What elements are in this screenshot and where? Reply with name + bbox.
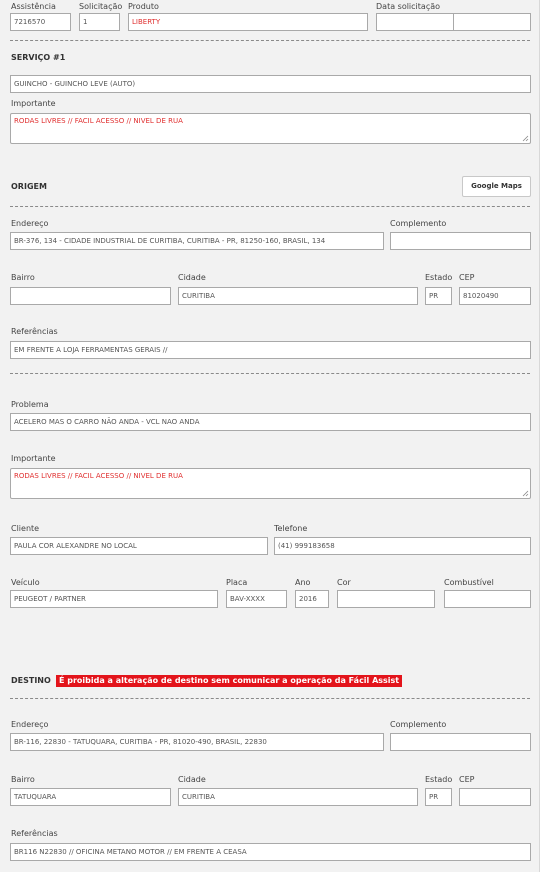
origem-referencias-label: Referências [11, 327, 58, 336]
origem-cidade-field[interactable]: CURITIBA [178, 287, 418, 305]
data-solicitacao-label: Data solicitação [376, 2, 441, 11]
produto-field[interactable]: LIBERTY [128, 13, 368, 31]
destino-referencias-label: Referências [11, 829, 58, 838]
solicitacao-field[interactable]: 1 [79, 13, 120, 31]
servico-importante-label: Importante [11, 99, 56, 108]
destino-cep-label: CEP [459, 775, 475, 784]
destino-estado-label: Estado [425, 775, 453, 784]
origem-complemento-field[interactable] [390, 232, 531, 250]
destino-referencias-field[interactable]: BR116 N22830 // OFICINA METANO MOTOR // … [10, 843, 531, 861]
servico-importante-textarea[interactable]: RODAS LIVRES // FACIL ACESSO // NIVEL DE… [10, 113, 531, 144]
servico-importante-text: RODAS LIVRES // FACIL ACESSO // NIVEL DE… [14, 117, 183, 125]
origem-endereco-field[interactable]: BR-376, 134 - CIDADE INDUSTRIAL DE CURIT… [10, 232, 384, 250]
destino-endereco-label: Endereço [11, 720, 49, 729]
destino-complemento-field[interactable] [390, 733, 531, 751]
cliente-field[interactable]: PAULA COR ALEXANDRE NO LOCAL [10, 537, 268, 555]
cor-label: Cor [337, 578, 351, 587]
origem-cep-field[interactable]: 81020490 [459, 287, 531, 305]
cor-field[interactable] [337, 590, 435, 608]
combustivel-label: Combustível [444, 578, 494, 587]
origem-referencias-field[interactable]: EM FRENTE A LOJA FERRAMENTAS GERAIS // [10, 341, 531, 359]
divider [10, 206, 530, 207]
origem-bairro-label: Bairro [11, 273, 35, 282]
origem-complemento-label: Complemento [390, 219, 447, 228]
origem-estado-field[interactable]: PR [425, 287, 452, 305]
origem-cep-label: CEP [459, 273, 475, 282]
servico-tipo-field[interactable]: GUINCHO - GUINCHO LEVE (AUTO) [10, 75, 531, 93]
assistencia-field[interactable]: 7216570 [10, 13, 71, 31]
resize-grip-icon[interactable] [522, 490, 529, 497]
problema-importante-label: Importante [11, 454, 56, 463]
resize-grip-icon[interactable] [522, 135, 529, 142]
origem-estado-label: Estado [425, 273, 453, 282]
origem-cidade-label: Cidade [178, 273, 206, 282]
origem-endereco-label: Endereço [11, 219, 49, 228]
destino-title: DESTINO [11, 676, 51, 685]
destino-bairro-field[interactable]: TATUQUARA [10, 788, 171, 806]
destino-estado-field[interactable]: PR [425, 788, 452, 806]
destino-cep-field[interactable] [459, 788, 531, 806]
problema-label: Problema [11, 400, 49, 409]
origem-title: ORIGEM [11, 182, 47, 191]
cliente-label: Cliente [11, 524, 40, 533]
origem-bairro-field[interactable] [10, 287, 171, 305]
produto-label: Produto [128, 2, 159, 11]
telefone-field[interactable]: (41) 999183658 [274, 537, 531, 555]
veiculo-label: Veículo [11, 578, 40, 587]
destino-bairro-label: Bairro [11, 775, 35, 784]
placa-field[interactable]: BAV-XXXX [226, 590, 287, 608]
destino-cidade-label: Cidade [178, 775, 206, 784]
telefone-label: Telefone [274, 524, 308, 533]
assistencia-label: Assistência [11, 2, 56, 11]
destino-cidade-field[interactable]: CURITIBA [178, 788, 418, 806]
combustivel-field[interactable] [444, 590, 531, 608]
destino-endereco-field[interactable]: BR-116, 22830 - TATUQUARA, CURITIBA - PR… [10, 733, 384, 751]
destino-complemento-label: Complemento [390, 720, 447, 729]
problema-importante-textarea[interactable]: RODAS LIVRES // FACIL ACESSO // NIVEL DE… [10, 468, 531, 499]
data-solicitacao-time-field[interactable] [453, 13, 531, 31]
ano-label: Ano [295, 578, 311, 587]
ano-field[interactable]: 2016 [295, 590, 329, 608]
destino-warning-badge: É proibida a alteração de destino sem co… [56, 675, 403, 687]
divider [10, 373, 530, 374]
problema-field[interactable]: ACELERO MAS O CARRO NÃO ANDA - VCL NAO A… [10, 413, 531, 431]
veiculo-field[interactable]: PEUGEOT / PARTNER [10, 590, 218, 608]
divider [10, 698, 530, 699]
placa-label: Placa [226, 578, 248, 587]
solicitacao-label: Solicitação [79, 2, 123, 11]
servico-title: SERVIÇO #1 [11, 53, 66, 62]
problema-importante-text: RODAS LIVRES // FACIL ACESSO // NIVEL DE… [14, 472, 183, 480]
google-maps-button[interactable]: Google Maps [462, 176, 531, 197]
divider [10, 40, 530, 41]
data-solicitacao-date-field[interactable] [376, 13, 454, 31]
